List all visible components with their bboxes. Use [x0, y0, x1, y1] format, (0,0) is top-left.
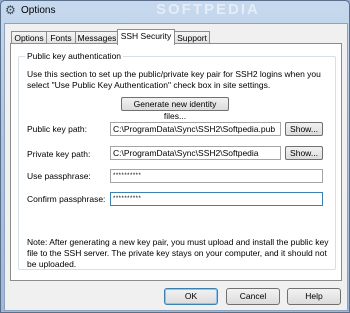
- generate-identity-button[interactable]: Generate new identity files...: [121, 97, 229, 121]
- public-key-path-input[interactable]: C:\ProgramData\Sync\SSH2\Softpedia.pub: [110, 122, 281, 136]
- public-key-show-button[interactable]: Show...: [285, 122, 323, 136]
- tab-ssh-security[interactable]: SSH Security: [117, 29, 175, 45]
- passphrase-input[interactable]: **********: [110, 169, 323, 183]
- options-dialog: ⚙ Options SOFTPEDIA Options Fonts Messag…: [0, 0, 350, 313]
- public-key-label: Public key path:: [27, 124, 88, 134]
- cancel-button[interactable]: Cancel: [226, 288, 280, 305]
- upload-note: Note: After generating a new key pair, y…: [27, 237, 329, 269]
- confirm-passphrase-input[interactable]: **********: [110, 192, 323, 206]
- title-bar[interactable]: ⚙ Options SOFTPEDIA: [1, 1, 349, 21]
- private-key-label: Private key path:: [27, 149, 91, 159]
- help-button[interactable]: Help: [287, 288, 341, 305]
- confirm-passphrase-label: Confirm passphrase:: [27, 194, 106, 204]
- options-gear-icon: ⚙: [5, 3, 16, 17]
- public-key-groupbox: Public key authentication Use this secti…: [18, 51, 336, 270]
- softpedia-watermark: SOFTPEDIA: [156, 1, 260, 18]
- private-key-path-input[interactable]: C:\ProgramData\Sync\SSH2\Softpedia: [110, 146, 281, 160]
- passphrase-label: Use passphrase:: [27, 171, 91, 181]
- ssh-security-panel: Public key authentication Use this secti…: [10, 43, 342, 281]
- private-key-show-button[interactable]: Show...: [285, 146, 323, 160]
- dialog-body: Options Fonts Messages SSH Security Supp…: [4, 23, 348, 311]
- ok-button[interactable]: OK: [164, 288, 218, 305]
- window-title: Options: [21, 5, 56, 16]
- section-description: Use this section to set up the public/pr…: [27, 69, 321, 90]
- group-title: Public key authentication: [25, 51, 124, 61]
